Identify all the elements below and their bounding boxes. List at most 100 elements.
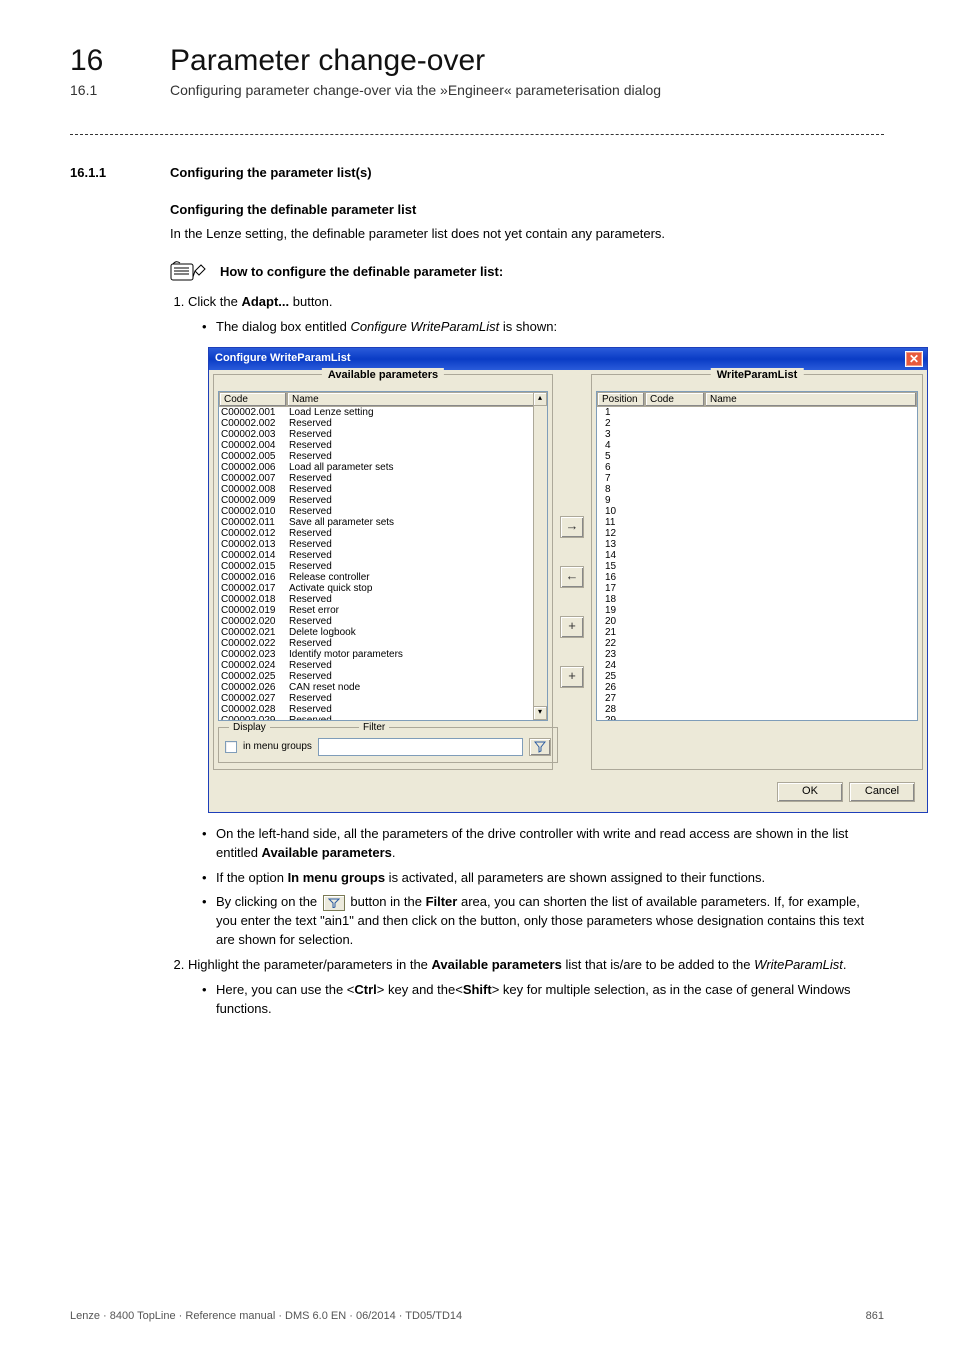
list-item[interactable]: 4 [597,440,917,451]
col-name[interactable]: Name [287,392,547,407]
section-title: Configuring the parameter list(s) [170,165,372,180]
list-item[interactable]: C00002.021Delete logbook [219,627,547,638]
step2-bullet: Here, you can use the <Ctrl> key and the… [202,981,884,1019]
dialog-titlebar[interactable]: Configure WriteParamList ✕ [209,348,927,370]
available-list[interactable]: Code Name C00002.001Load Lenze settingC0… [218,391,548,721]
list-item[interactable]: 7 [597,473,917,484]
footer-left: Lenze · 8400 TopLine · Reference manual … [70,1310,462,1322]
list-item[interactable]: 16 [597,572,917,583]
list-item[interactable]: C00002.019Reset error [219,605,547,616]
col-code-right[interactable]: Code [645,392,705,407]
s2-c: . [843,957,847,972]
list-item[interactable]: 27 [597,693,917,704]
list-item[interactable]: 2 [597,418,917,429]
close-icon[interactable]: ✕ [905,351,923,367]
section-number: 16.1.1 [70,165,130,180]
list-item[interactable]: C00002.017Activate quick stop [219,583,547,594]
in-menu-groups-checkbox[interactable] [225,741,237,753]
configure-writeparamlist-dialog: Configure WriteParamList ✕ Available par… [208,347,928,813]
step1-tail: button. [289,294,332,309]
list-item[interactable]: C00002.020Reserved [219,616,547,627]
list-item[interactable]: C00002.018Reserved [219,594,547,605]
list-item[interactable]: C00002.012Reserved [219,528,547,539]
list-item[interactable]: C00002.008Reserved [219,484,547,495]
list-item[interactable]: 17 [597,583,917,594]
list-item[interactable]: C00002.004Reserved [219,440,547,451]
list-item[interactable]: 12 [597,528,917,539]
list-item[interactable]: 8 [597,484,917,495]
list-item[interactable]: 5 [597,451,917,462]
list-item[interactable]: C00002.028Reserved [219,704,547,715]
list-item[interactable]: C00002.025Reserved [219,671,547,682]
list-item[interactable]: C00002.010Reserved [219,506,547,517]
list-item[interactable]: 15 [597,561,917,572]
scrollbar[interactable] [533,392,547,720]
list-item[interactable]: 26 [597,682,917,693]
list-item[interactable]: C00002.005Reserved [219,451,547,462]
s2b-a: Here, you can use the < [216,982,354,997]
list-item[interactable]: C00002.001Load Lenze setting [219,407,547,418]
list-item[interactable]: C00002.003Reserved [219,429,547,440]
list-item[interactable]: C00002.007Reserved [219,473,547,484]
step1-bullet-1: The dialog box entitled Configure WriteP… [202,318,884,337]
filter-input[interactable] [318,738,523,756]
list-item[interactable]: 18 [597,594,917,605]
add-button-1[interactable]: + [560,616,584,638]
col-name-right[interactable]: Name [705,392,917,407]
list-item[interactable]: 13 [597,539,917,550]
add-button-2[interactable]: + [560,666,584,688]
available-parameters-group: Available parameters Code Name C00002.00… [213,374,553,770]
in-menu-groups-label: in menu groups [243,740,312,755]
list-item[interactable]: C00002.023Identify motor parameters [219,649,547,660]
list-item[interactable]: 23 [597,649,917,660]
list-item[interactable]: C00002.022Reserved [219,638,547,649]
move-right-button[interactable]: → [560,516,584,538]
list-item[interactable]: 11 [597,517,917,528]
list-item[interactable]: 28 [597,704,917,715]
list-item[interactable]: 20 [597,616,917,627]
list-item[interactable]: C00002.015Reserved [219,561,547,572]
list-item[interactable]: 25 [597,671,917,682]
list-item[interactable]: 1 [597,407,917,418]
list-item[interactable]: C00002.027Reserved [219,693,547,704]
list-item[interactable]: C00002.013Reserved [219,539,547,550]
col-code[interactable]: Code [219,392,287,407]
writeparamlist-list[interactable]: Position Code Name 123456789101112131415… [596,391,918,721]
list-item[interactable]: 19 [597,605,917,616]
list-item[interactable]: C00002.024Reserved [219,660,547,671]
separator [70,134,884,135]
list-item[interactable]: 9 [597,495,917,506]
list-item[interactable]: C00002.009Reserved [219,495,547,506]
ab2-b: is activated, all parameters are shown a… [385,870,765,885]
list-item[interactable]: 14 [597,550,917,561]
list-item[interactable]: C00002.002Reserved [219,418,547,429]
filter-legend: Filter [359,721,389,736]
list-item[interactable]: C00002.014Reserved [219,550,547,561]
list-item[interactable]: C00002.011Save all parameter sets [219,517,547,528]
list-item[interactable]: C00002.006Load all parameter sets [219,462,547,473]
list-item[interactable]: 29 [597,715,917,721]
step-2: Highlight the parameter/parameters in th… [188,956,884,1019]
scroll-up-icon[interactable]: ▴ [533,392,547,406]
cancel-button[interactable]: Cancel [849,782,915,802]
scroll-down-icon[interactable]: ▾ [533,706,547,720]
after-bullet-3: By clicking on the button in the Filter … [202,893,884,950]
list-item[interactable]: C00002.026CAN reset node [219,682,547,693]
col-position[interactable]: Position [597,392,645,407]
list-item[interactable]: 3 [597,429,917,440]
filter-button[interactable] [529,738,551,756]
list-item[interactable]: 21 [597,627,917,638]
ok-button[interactable]: OK [777,782,843,802]
howto-icon [170,259,210,283]
list-item[interactable]: 10 [597,506,917,517]
list-item[interactable]: C00002.016Release controller [219,572,547,583]
s2-bold: Available parameters [432,957,562,972]
list-item[interactable]: 24 [597,660,917,671]
ab1-b: . [392,845,396,860]
s2-a: Highlight the parameter/parameters in th… [188,957,432,972]
move-left-button[interactable]: ← [560,566,584,588]
step1-b1-b: is shown: [499,319,557,334]
list-item[interactable]: 22 [597,638,917,649]
s2b-k2: Shift [463,982,492,997]
list-item[interactable]: 6 [597,462,917,473]
